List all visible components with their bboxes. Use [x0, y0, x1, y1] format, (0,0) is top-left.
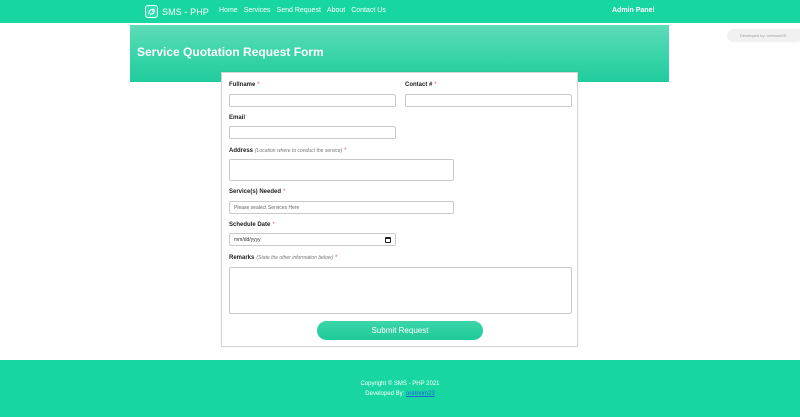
contact-input[interactable] — [405, 94, 572, 107]
nav-about[interactable]: About — [327, 7, 345, 14]
nav-services[interactable]: Services — [244, 7, 271, 14]
email-label: Email — [229, 115, 245, 121]
brand-name: SMS - PHP — [162, 6, 209, 17]
schedule-label-text: Schedule Date — [229, 222, 271, 228]
address-label: Address (Location where to conduct the se… — [229, 148, 347, 154]
fullname-label: Fullname * — [229, 82, 260, 88]
address-label-text: Address — [229, 148, 254, 154]
nav-contact-us[interactable]: Contact Us — [351, 7, 386, 14]
required-mark: * — [434, 82, 437, 88]
address-textarea[interactable] — [229, 159, 454, 181]
navbar: SMS - PHP Home Services Send Request Abo… — [0, 0, 800, 23]
quotation-form: Fullname * Contact # * Email Address (Locat… — [221, 72, 578, 347]
brand-logo-icon — [145, 5, 158, 18]
schedule-date-input[interactable]: mm/dd/yyyy — [229, 233, 396, 246]
schedule-date-value: mm/dd/yyyy — [234, 236, 261, 243]
nav-send-request[interactable]: Send Request — [277, 7, 321, 14]
email-input[interactable] — [229, 126, 396, 139]
required-mark: * — [272, 222, 275, 228]
email-label-text: Email — [229, 115, 246, 121]
required-mark: * — [257, 82, 260, 88]
remarks-label-text: Remarks — [229, 255, 255, 261]
contact-label: Contact # * — [405, 82, 437, 88]
fullname-label-text: Fullname — [229, 82, 256, 88]
calendar-icon[interactable] — [385, 236, 391, 243]
required-mark: * — [283, 189, 286, 195]
admin-panel-link[interactable]: Admin Panel — [612, 7, 654, 14]
fullname-input[interactable] — [229, 94, 396, 107]
services-select[interactable] — [229, 201, 454, 214]
schedule-label: Schedule Date * — [229, 222, 275, 228]
developed-by-label: Developed By: — [365, 391, 405, 397]
footer: Copyright © SMS - PHP 2021 Developed By:… — [0, 360, 800, 417]
services-label-text: Service(s) Needed — [229, 189, 282, 195]
developer-link[interactable]: oretnom23 — [406, 391, 435, 397]
remarks-textarea[interactable] — [229, 267, 572, 314]
nav-home[interactable]: Home — [219, 7, 238, 14]
page-title: Service Quotation Request Form — [137, 45, 324, 59]
developed-by: Developed By: oretnom23 — [0, 391, 800, 397]
copyright-text: Copyright © SMS - PHP 2021 — [360, 381, 440, 387]
required-mark: * — [344, 148, 347, 154]
remarks-label: Remarks (State the other information belo… — [229, 255, 337, 261]
remarks-hint: (State the other information below) — [256, 255, 334, 261]
submit-request-button[interactable]: Submit Request — [317, 321, 483, 340]
developer-badge[interactable]: Developed by: oretnom23 — [727, 29, 800, 42]
services-label: Service(s) Needed * — [229, 189, 285, 195]
contact-label-text: Contact # — [405, 82, 433, 88]
required-mark: * — [335, 255, 338, 261]
address-hint: (Location where to conduct the service) — [255, 148, 343, 154]
nav-links: Home Services Send Request About Contact… — [219, 7, 392, 14]
brand[interactable]: SMS - PHP — [145, 5, 209, 18]
